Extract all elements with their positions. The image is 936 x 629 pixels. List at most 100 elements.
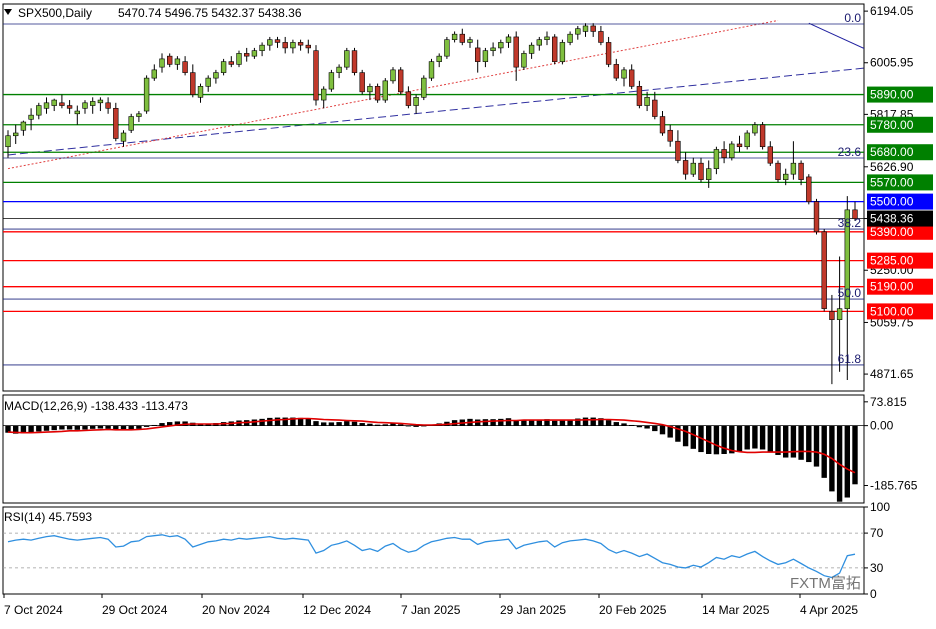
level-label-5890.00-text: 5890.00 — [870, 88, 914, 102]
candle-body — [120, 132, 127, 142]
candle-body — [398, 69, 404, 93]
level-label-5100.00-text: 5100.00 — [870, 304, 914, 318]
rsi-title: RSI(14) 45.7593 — [4, 510, 92, 524]
rsi-line — [7, 534, 856, 579]
fib-label-61-8: 61.8 — [838, 352, 862, 366]
macd-histogram-bar — [521, 420, 527, 426]
price-tick-label: 6005.95 — [870, 56, 914, 70]
level-label-5680.00-text: 5680.00 — [870, 145, 914, 159]
macd-histogram-bar — [136, 425, 142, 429]
candle-body — [513, 36, 519, 68]
candle-body — [505, 36, 512, 43]
fib-label-38-2: 38.2 — [838, 216, 862, 230]
candle-body — [244, 53, 250, 57]
macd-histogram-bar — [552, 420, 558, 426]
candle-body — [351, 50, 358, 73]
symbol-title: SPX500,Daily — [18, 6, 92, 20]
macd-histogram-bar — [36, 425, 42, 432]
macd-tick-label: 73.815 — [870, 395, 907, 409]
candle-body — [582, 25, 589, 32]
candle-body — [267, 39, 273, 46]
candle-body — [552, 36, 558, 62]
candle-body — [390, 69, 396, 82]
macd-histogram-bar — [413, 425, 419, 427]
macd-histogram-bar — [351, 421, 358, 426]
macd-histogram-bar — [721, 425, 727, 454]
macd-histogram-bar — [767, 425, 773, 452]
candle-body — [836, 308, 843, 320]
candle-body — [197, 86, 204, 98]
candle-body — [498, 42, 504, 49]
candle-body — [428, 61, 435, 79]
candle-body — [105, 102, 111, 109]
candle-body — [436, 55, 442, 62]
date-tick-label: 7 Jan 2025 — [401, 603, 461, 617]
candle-body — [775, 162, 781, 180]
candle-body — [13, 132, 19, 137]
rsi-tick-label: 70 — [870, 526, 884, 540]
macd-histogram-bar — [274, 417, 281, 426]
candle-body — [43, 102, 50, 109]
current-price-label-text: 5438.36 — [870, 212, 914, 226]
candle-body — [113, 107, 119, 139]
macd-histogram-bar — [28, 425, 34, 433]
macd-histogram-bar — [806, 425, 812, 463]
candle-body — [690, 162, 696, 175]
macd-histogram-bar — [82, 425, 88, 430]
candle-body — [374, 86, 381, 101]
candle-body — [744, 132, 750, 148]
candle-body — [752, 124, 758, 134]
candle-body — [813, 201, 820, 233]
candle-body — [713, 149, 720, 169]
level-label-5285.00-text: 5285.00 — [870, 254, 914, 268]
candle-body — [328, 72, 335, 90]
macd-histogram-bar — [498, 418, 504, 426]
candle-body — [205, 77, 211, 87]
candle-body — [729, 143, 735, 159]
macd-histogram-bar — [629, 424, 635, 426]
macd-histogram-bar — [790, 425, 797, 458]
macd-histogram-bar — [336, 422, 342, 426]
candle-body — [605, 42, 612, 65]
candle-body — [590, 25, 596, 32]
candle-body — [367, 86, 373, 93]
rsi-tick-label: 0 — [870, 587, 877, 601]
date-tick-label: 20 Feb 2025 — [599, 603, 667, 617]
candle-body — [282, 42, 288, 49]
candle-body — [706, 168, 712, 180]
candle-body — [51, 99, 57, 106]
macd-histogram-bar — [713, 425, 720, 455]
macd-histogram-bar — [528, 420, 535, 426]
candle-body — [413, 97, 419, 106]
candle-body — [567, 33, 573, 43]
candle-body — [190, 72, 196, 95]
candle-body — [521, 53, 527, 68]
macd-title: MACD(12,26,9) -138.433 -113.473 — [4, 399, 188, 413]
candle-body — [382, 80, 388, 101]
candle-body — [182, 61, 188, 73]
candle-body — [475, 47, 481, 62]
date-tick-label: 29 Oct 2024 — [102, 603, 168, 617]
macd-histogram-bar — [736, 425, 743, 452]
macd-histogram-bar — [505, 418, 512, 426]
macd-histogram-bar — [775, 425, 781, 455]
price-tick-label: 4871.65 — [870, 367, 914, 381]
candle-body — [359, 72, 365, 93]
candle-body — [459, 33, 465, 43]
candle-body — [305, 44, 311, 49]
macd-histogram-bar — [143, 425, 150, 427]
candle-body — [143, 77, 150, 112]
macd-histogram-bar — [844, 425, 850, 498]
macd-histogram-bar — [259, 418, 265, 426]
macd-histogram-bar — [328, 422, 335, 426]
macd-histogram-bar — [367, 423, 373, 426]
fib-label-23-6: 23.6 — [838, 145, 862, 159]
symbol-dropdown-icon[interactable] — [4, 9, 12, 15]
level-label-5500.00-text: 5500.00 — [870, 195, 914, 209]
fib-label-50-0: 50.0 — [838, 286, 862, 300]
macd-histogram-bar — [382, 424, 388, 426]
candle-body — [297, 42, 304, 46]
macd-histogram-bar — [151, 424, 157, 426]
macd-histogram-bar — [490, 419, 496, 426]
candle-body — [90, 101, 96, 106]
